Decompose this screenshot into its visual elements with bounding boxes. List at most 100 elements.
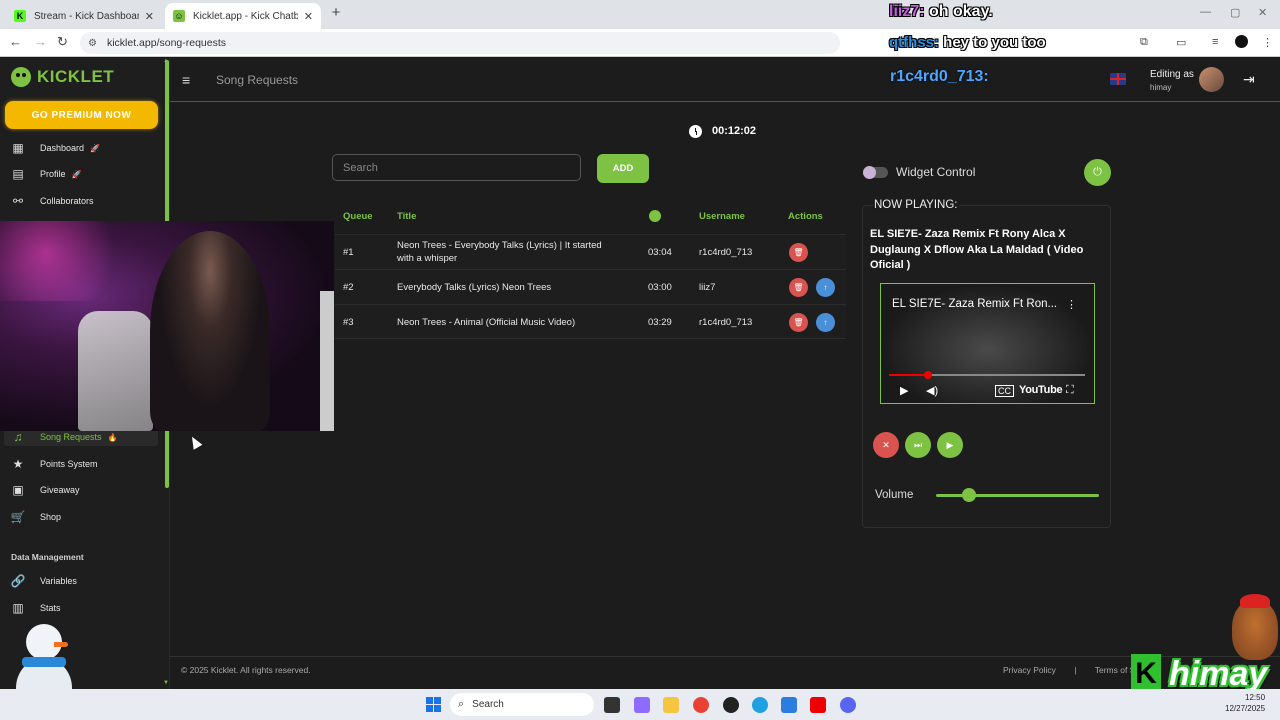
close-window-icon[interactable]: ✕ — [1258, 6, 1267, 19]
volume-slider-knob[interactable] — [961, 488, 976, 502]
cast-icon[interactable]: ▭ — [1176, 36, 1186, 49]
minimize-icon[interactable]: — — [1200, 6, 1211, 18]
captions-icon[interactable]: CC — [995, 385, 1014, 397]
youtube-logo[interactable]: YouTube — [1019, 384, 1063, 396]
sidebar-item-giveaway[interactable]: ▣ Giveaway — [11, 481, 159, 499]
close-tab-icon[interactable]: ✕ — [145, 10, 154, 23]
video-player[interactable]: EL SIE7E- Zaza Remix Ft Ron... ⋮ ▶ ◀) CC… — [880, 283, 1095, 404]
queue-timer: 00:12:02 — [712, 125, 757, 137]
copilot-icon[interactable] — [634, 697, 650, 713]
sidebar-item-shop[interactable]: 🛒 Shop — [11, 508, 159, 526]
language-flag-icon[interactable] — [1110, 73, 1126, 85]
collaborators-icon: ⚯ — [12, 194, 24, 208]
file-explorer-icon[interactable] — [663, 697, 679, 713]
privacy-policy-link[interactable]: Privacy Policy — [1003, 665, 1056, 675]
copyright-text: © 2025 Kicklet. All rights reserved. — [181, 665, 311, 675]
sidebar-item-label: Profile — [40, 169, 66, 179]
volume-slider[interactable] — [936, 494, 1099, 497]
scroll-up-icon[interactable]: ▲ — [163, 58, 169, 64]
forward-icon[interactable]: → — [34, 34, 47, 49]
move-up-button[interactable]: ↑ — [816, 278, 835, 297]
rocket-icon: 🚀 — [90, 143, 100, 153]
editing-user: himay — [1150, 83, 1172, 92]
search-input[interactable] — [332, 154, 581, 181]
edge-icon[interactable] — [752, 697, 768, 713]
sidebar-item-collaborators[interactable]: ⚯ Collaborators — [11, 192, 159, 210]
kicklet-logo[interactable]: KICKLET — [11, 67, 114, 87]
store-icon[interactable] — [781, 697, 797, 713]
volume-icon[interactable]: ◀) — [926, 384, 938, 397]
reading-list-icon[interactable]: ≡ — [1212, 36, 1218, 48]
widget-control-toggle[interactable] — [863, 166, 888, 179]
song-duration: 03:29 — [648, 317, 672, 328]
now-playing-label: NOW PLAYING: — [873, 199, 959, 211]
song-duration: 03:00 — [648, 282, 672, 293]
video-progress-bar[interactable] — [889, 374, 1085, 376]
topbar: ≡ Song Requests r1c4rd0_713: Editing as … — [170, 58, 1280, 102]
clock-time: 12:50 — [1245, 693, 1266, 702]
gift-icon: ▣ — [12, 483, 24, 497]
chrome-icon[interactable] — [693, 697, 709, 713]
search-icon: ⌕ — [458, 698, 465, 710]
taskbar-search[interactable]: ⌕ Search — [450, 693, 594, 716]
requester-username: liiz7 — [699, 282, 716, 293]
close-tab-icon[interactable]: ✕ — [304, 10, 313, 23]
add-song-button[interactable]: ADD — [597, 154, 649, 183]
rocket-icon: 🚀 — [71, 169, 82, 179]
system-clock: 12:50 12/27/2025 — [1225, 692, 1265, 714]
delete-song-button[interactable]: 🗑 — [789, 313, 808, 332]
snowman-nose — [54, 642, 68, 647]
table-row: #1 Neon Trees - Everybody Talks (Lyrics)… — [335, 234, 846, 269]
maximize-icon[interactable]: ▢ — [1230, 6, 1240, 19]
obs-icon[interactable] — [723, 697, 739, 713]
sidebar-item-label: Stats — [40, 603, 61, 613]
sidebar-item-dashboard[interactable]: ▦ Dashboard 🚀 — [11, 139, 159, 157]
delete-song-button[interactable]: 🗑 — [789, 278, 808, 297]
move-up-button[interactable]: ↑ — [816, 313, 835, 332]
windows-start-icon[interactable] — [426, 697, 441, 712]
editing-as-label: Editing as — [1150, 69, 1194, 80]
streamer-logo: K himay — [1131, 654, 1267, 694]
fullscreen-icon[interactable]: ⛶ — [1066, 384, 1074, 397]
new-tab-button[interactable]: + — [326, 4, 346, 21]
chat-overlay-message: qtfhss: hey to you too — [889, 34, 1046, 51]
discord-icon[interactable] — [840, 697, 856, 713]
task-view-icon[interactable] — [604, 697, 620, 713]
sidebar-item-profile[interactable]: ▤ Profile 🚀 — [11, 165, 159, 183]
cart-icon: 🛒 — [10, 510, 26, 524]
more-menu-icon[interactable]: ⋮ — [1262, 36, 1273, 49]
avatar[interactable] — [1199, 67, 1224, 92]
stop-button[interactable]: ✕ — [873, 432, 899, 458]
browser-profile-avatar[interactable] — [1235, 35, 1248, 48]
dashboard-icon: ▦ — [12, 141, 24, 155]
go-premium-button[interactable]: GO PREMIUM NOW — [5, 101, 158, 129]
snowman-scarf — [22, 657, 66, 667]
extensions-icon[interactable]: ⧉ — [1140, 36, 1148, 49]
power-button[interactable]: ⏻ — [1084, 159, 1111, 186]
address-bar[interactable]: ⚙ kicklet.app/song-requests — [80, 32, 840, 54]
menu-toggle-icon[interactable]: ≡ — [182, 72, 190, 88]
reload-icon[interactable]: ↻ — [57, 34, 68, 50]
delete-song-button[interactable]: 🗑 — [789, 243, 808, 262]
sidebar-item-stats[interactable]: ▥ Stats — [11, 599, 159, 617]
browser-tab-kicklet[interactable]: ☺ Kicklet.app - Kick Chatbot ✕ — [165, 3, 321, 29]
section-heading-data-management: Data Management — [11, 552, 84, 562]
chat-overlay-username: r1c4rd0_713: — [890, 68, 989, 85]
column-header-username: Username — [699, 211, 745, 222]
browser-tab-stream[interactable]: K Stream - Kick Dashboard ✕ — [6, 3, 162, 29]
youtube-icon[interactable] — [810, 697, 826, 713]
logout-icon[interactable]: ⇥ — [1243, 71, 1255, 88]
video-progress-knob[interactable] — [924, 371, 933, 379]
terms-link[interactable]: Terms of S — [1095, 665, 1136, 675]
back-icon[interactable]: ← — [9, 34, 22, 49]
play-icon[interactable]: ▶ — [900, 384, 908, 397]
queue-position: #1 — [343, 247, 354, 258]
scroll-down-icon[interactable]: ▼ — [163, 680, 169, 686]
sidebar-item-points-system[interactable]: ★ Points System — [11, 455, 159, 473]
play-button[interactable]: ▶ — [937, 432, 963, 458]
video-menu-icon[interactable]: ⋮ — [1066, 298, 1077, 311]
site-info-icon[interactable]: ⚙ — [88, 38, 97, 49]
skip-button[interactable]: ⏭ — [905, 432, 931, 458]
sidebar-item-variables[interactable]: 🔗 Variables — [11, 572, 159, 590]
page-title: Song Requests — [216, 73, 299, 87]
